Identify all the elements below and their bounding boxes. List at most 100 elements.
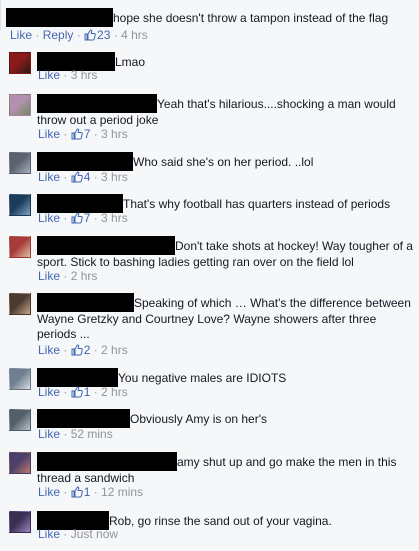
comment-actions: Like · 2 hrs (38, 269, 97, 283)
comment-text: That's why football has quarters instead… (123, 197, 391, 211)
comment-actions: Like · 3 hrs (38, 68, 97, 82)
comment-actions: Like · 1 · 12 mins (38, 485, 143, 499)
timestamp[interactable]: Just now (71, 527, 118, 541)
redacted-author-name (37, 94, 157, 113)
like-link[interactable]: Like (38, 170, 60, 184)
comment-body: Speaking of which … What's the differenc… (37, 293, 413, 342)
avatar[interactable] (9, 511, 31, 533)
separator: · (60, 427, 71, 441)
separator: · (90, 385, 102, 399)
comment-body: Yeah that's hilarious....shocking a man … (37, 94, 413, 128)
comment-actions: Like · 52 mins (38, 427, 113, 441)
avatar[interactable] (9, 194, 31, 216)
reply-link[interactable]: Reply (43, 28, 74, 42)
avatar[interactable] (9, 52, 31, 74)
timestamp[interactable]: 3 hrs (101, 170, 128, 184)
comment-body: Who said she's on her period. ..lol (37, 152, 413, 171)
like-link[interactable]: Like (38, 385, 60, 399)
separator: · (32, 28, 43, 42)
like-count[interactable]: 1 (71, 485, 90, 499)
redacted-author-name (6, 8, 113, 27)
thread-line (0, 0, 1, 30)
separator: · (60, 385, 71, 399)
comment-text: Obviously Amy is on her's (130, 412, 268, 426)
comment-body: Obviously Amy is on her's (37, 409, 413, 428)
comment-text: Rob, go rinse the sand out of your vagin… (109, 514, 332, 528)
comment-actions: Like · 7 · 3 hrs (38, 127, 128, 141)
avatar[interactable] (9, 152, 31, 174)
like-count[interactable]: 23 (84, 28, 110, 42)
comment-actions: Like · 2 · 2 hrs (38, 343, 128, 357)
comment-body: hope she doesn't throw a tampon instead … (6, 8, 413, 27)
comment-actions: Like · Reply · 23 · 4 hrs (10, 28, 148, 42)
separator: · (60, 269, 71, 283)
like-count[interactable]: 4 (71, 170, 90, 184)
separator: · (73, 28, 85, 42)
like-count[interactable]: 7 (71, 211, 90, 225)
separator: · (60, 170, 71, 184)
separator: · (90, 343, 102, 357)
like-link[interactable]: Like (38, 485, 60, 499)
like-link[interactable]: Like (38, 527, 60, 541)
avatar[interactable] (9, 409, 31, 431)
thumbs-up-icon (71, 386, 83, 398)
redacted-author-name (37, 452, 177, 471)
comment-actions: Like · 1 · 2 hrs (38, 385, 128, 399)
timestamp[interactable]: 3 hrs (101, 127, 128, 141)
comment-body: amy shut up and go make the men in this … (37, 452, 413, 486)
thumbs-up-icon (71, 212, 83, 224)
like-count[interactable]: 7 (71, 127, 90, 141)
redacted-author-name (37, 409, 130, 428)
timestamp[interactable]: 3 hrs (101, 211, 128, 225)
comment-text: You negative males are IDIOTS (118, 371, 287, 385)
thumbs-up-icon (84, 29, 96, 41)
like-link[interactable]: Like (38, 269, 60, 283)
separator: · (90, 211, 102, 225)
avatar[interactable] (9, 236, 31, 258)
separator: · (60, 68, 71, 82)
comment-body: Don't take shots at hockey! Way tougher … (37, 236, 413, 270)
separator: · (110, 28, 122, 42)
timestamp[interactable]: 52 mins (71, 427, 113, 441)
avatar[interactable] (9, 368, 31, 390)
timestamp[interactable]: 12 mins (101, 485, 143, 499)
like-link[interactable]: Like (38, 211, 60, 225)
thumbs-up-icon (71, 344, 83, 356)
comment-actions: Like · Just now (38, 527, 118, 541)
timestamp[interactable]: 4 hrs (121, 28, 148, 42)
separator: · (90, 485, 102, 499)
redacted-author-name (37, 236, 175, 255)
like-count[interactable]: 1 (71, 385, 90, 399)
like-link[interactable]: Like (38, 68, 60, 82)
separator: · (90, 170, 102, 184)
like-count-value: 23 (97, 28, 111, 42)
timestamp[interactable]: 3 hrs (71, 68, 98, 82)
comment-text: Who said she's on her period. ..lol (133, 155, 314, 169)
avatar[interactable] (9, 452, 31, 474)
redacted-author-name (37, 293, 134, 312)
thumbs-up-icon (71, 171, 83, 183)
comment-actions: Like · 7 · 3 hrs (38, 211, 128, 225)
comment-text: Lmao (115, 55, 146, 69)
timestamp[interactable]: 2 hrs (101, 343, 128, 357)
like-count[interactable]: 2 (71, 343, 90, 357)
like-link[interactable]: Like (38, 343, 60, 357)
like-link[interactable]: Like (38, 427, 60, 441)
separator: · (60, 527, 71, 541)
avatar[interactable] (9, 94, 31, 116)
separator: · (90, 127, 102, 141)
thumbs-up-icon (71, 128, 83, 140)
like-link[interactable]: Like (38, 127, 60, 141)
comment-thread: hope she doesn't throw a tampon instead … (0, 0, 419, 551)
timestamp[interactable]: 2 hrs (101, 385, 128, 399)
comment-actions: Like · 4 · 3 hrs (38, 170, 128, 184)
timestamp[interactable]: 2 hrs (71, 269, 98, 283)
avatar[interactable] (9, 293, 31, 315)
separator: · (60, 211, 71, 225)
thumbs-up-icon (71, 486, 83, 498)
separator: · (60, 343, 71, 357)
separator: · (60, 485, 71, 499)
like-link[interactable]: Like (10, 28, 32, 42)
separator: · (60, 127, 71, 141)
redacted-author-name (37, 152, 133, 171)
